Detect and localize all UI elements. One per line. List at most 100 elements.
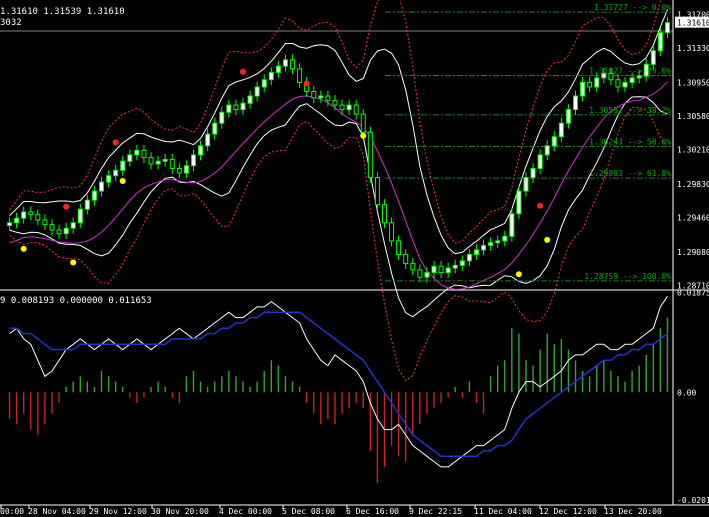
candle-body <box>537 154 543 169</box>
time-axis-label: 6 Dec 16:00 <box>346 507 399 516</box>
candle-body <box>99 181 105 192</box>
candle-body <box>608 72 614 81</box>
fractal-down-marker <box>360 132 367 139</box>
candle-body <box>14 217 20 224</box>
time-axis-label: 9 Dec 22:15 <box>409 507 462 516</box>
candle-body <box>240 102 246 111</box>
candle-body <box>565 109 571 124</box>
candle-body <box>509 213 515 237</box>
candle-body <box>268 71 274 81</box>
candle-body <box>431 265 437 274</box>
candle-body <box>466 253 472 262</box>
fib-level-label: 1.30592 --> 38.2% <box>589 106 671 115</box>
fib-level-label: 1.31727 --> 0.0% <box>594 3 671 12</box>
candle-body <box>615 79 621 88</box>
candle-body <box>282 59 288 67</box>
indicator-axis-label: 0.018752 <box>677 288 709 297</box>
candle-body <box>91 190 97 201</box>
trading-chart[interactable]: 1.31727 --> 0.0%1.31027 --> 23.6%1.30592… <box>0 0 709 517</box>
fib-level-label: 1.30243 --> 50.0% <box>589 137 671 146</box>
candle-body <box>219 111 225 124</box>
candle-body <box>332 100 338 106</box>
candle-body <box>481 244 487 251</box>
time-axis-label: 12 Dec 12:00 <box>539 507 597 516</box>
price-axis-label: 1.30950 <box>677 78 709 87</box>
indicator-axis-label: -0.020181 <box>677 496 709 505</box>
candle-body <box>389 222 395 242</box>
time-axis-label: 11 Dec 04:00 <box>474 507 532 516</box>
candle-body <box>523 177 529 192</box>
price-axis-label: 1.29460 <box>677 213 709 222</box>
candle-body <box>643 63 649 77</box>
candle-body <box>417 269 423 278</box>
candle-body <box>367 131 373 179</box>
candle-body <box>346 104 352 111</box>
candle-body <box>452 264 458 269</box>
candle-body <box>636 75 642 79</box>
candle-body <box>403 253 409 265</box>
price-axis-label: 1.31330 <box>677 44 709 53</box>
fractal-down-marker <box>70 259 77 266</box>
candle-body <box>120 160 126 171</box>
candle-body <box>580 81 586 97</box>
time-axis-label: 30 Nov 20:00 <box>151 507 209 516</box>
candle-body <box>247 95 253 104</box>
price-axis-label: 1.30580 <box>677 112 709 121</box>
candle-body <box>84 199 90 210</box>
indicator-axis-label: 0.00 <box>677 388 696 397</box>
fractal-up-marker <box>63 203 70 210</box>
candle-body <box>7 222 13 227</box>
candle-body <box>544 145 550 156</box>
candle-body <box>42 219 48 226</box>
candle-body <box>70 222 76 229</box>
candle-body <box>35 214 41 221</box>
candle-body <box>445 267 451 274</box>
candle-body <box>410 263 416 271</box>
fib-level-label: 1.29893 --> 61.8% <box>589 169 671 178</box>
candle-body <box>311 90 317 99</box>
candle-body <box>325 95 331 102</box>
candle-body <box>212 122 218 135</box>
candle-body <box>459 260 465 266</box>
candle-body <box>190 154 196 167</box>
candle-body <box>360 113 366 133</box>
candle-body <box>297 68 303 83</box>
candle-body <box>127 154 133 162</box>
fractal-down-marker <box>20 245 27 252</box>
time-axis-label: 28 Nov 04:00 <box>28 507 86 516</box>
candle-body <box>587 81 593 88</box>
candle-body <box>106 175 112 183</box>
candle-body <box>21 211 27 219</box>
price-axis-label: 1.29080 <box>677 248 709 257</box>
candle-body <box>622 81 628 88</box>
candle-body <box>488 242 494 246</box>
candle-body <box>438 265 444 274</box>
candle-body <box>183 165 189 174</box>
candle-body <box>77 208 83 224</box>
fractal-down-marker <box>119 177 126 184</box>
fractal-up-marker <box>303 80 310 87</box>
time-axis-label: 13 Dec 20:00 <box>604 507 662 516</box>
price-axis-label: 1.29830 <box>677 180 709 189</box>
candle-body <box>572 95 578 111</box>
candle-body <box>155 160 161 165</box>
time-axis-label: 4 Dec 00:00 <box>219 507 272 516</box>
candle-body <box>650 50 656 65</box>
candle-body <box>495 240 501 244</box>
candle-body <box>502 235 508 242</box>
price-axis-label: 1.30210 <box>677 145 709 154</box>
indicator-readout: 9 0.008193 0.000000 0.011653 <box>0 296 152 306</box>
candle-body <box>473 249 479 255</box>
time-axis-label: 5 Dec 08:00 <box>282 507 335 516</box>
fractal-down-marker <box>544 236 551 243</box>
candle-body <box>339 104 345 111</box>
candle-body <box>134 149 140 156</box>
symbol-code: 3032 <box>0 18 22 28</box>
candle-body <box>424 272 430 278</box>
fib-level-label: 1.28759 --> 100.0% <box>584 272 671 281</box>
candle-body <box>530 167 536 179</box>
fractal-down-marker <box>515 271 522 278</box>
fractal-up-marker <box>537 202 544 209</box>
candle-body <box>233 104 239 111</box>
candle-body <box>169 158 175 169</box>
